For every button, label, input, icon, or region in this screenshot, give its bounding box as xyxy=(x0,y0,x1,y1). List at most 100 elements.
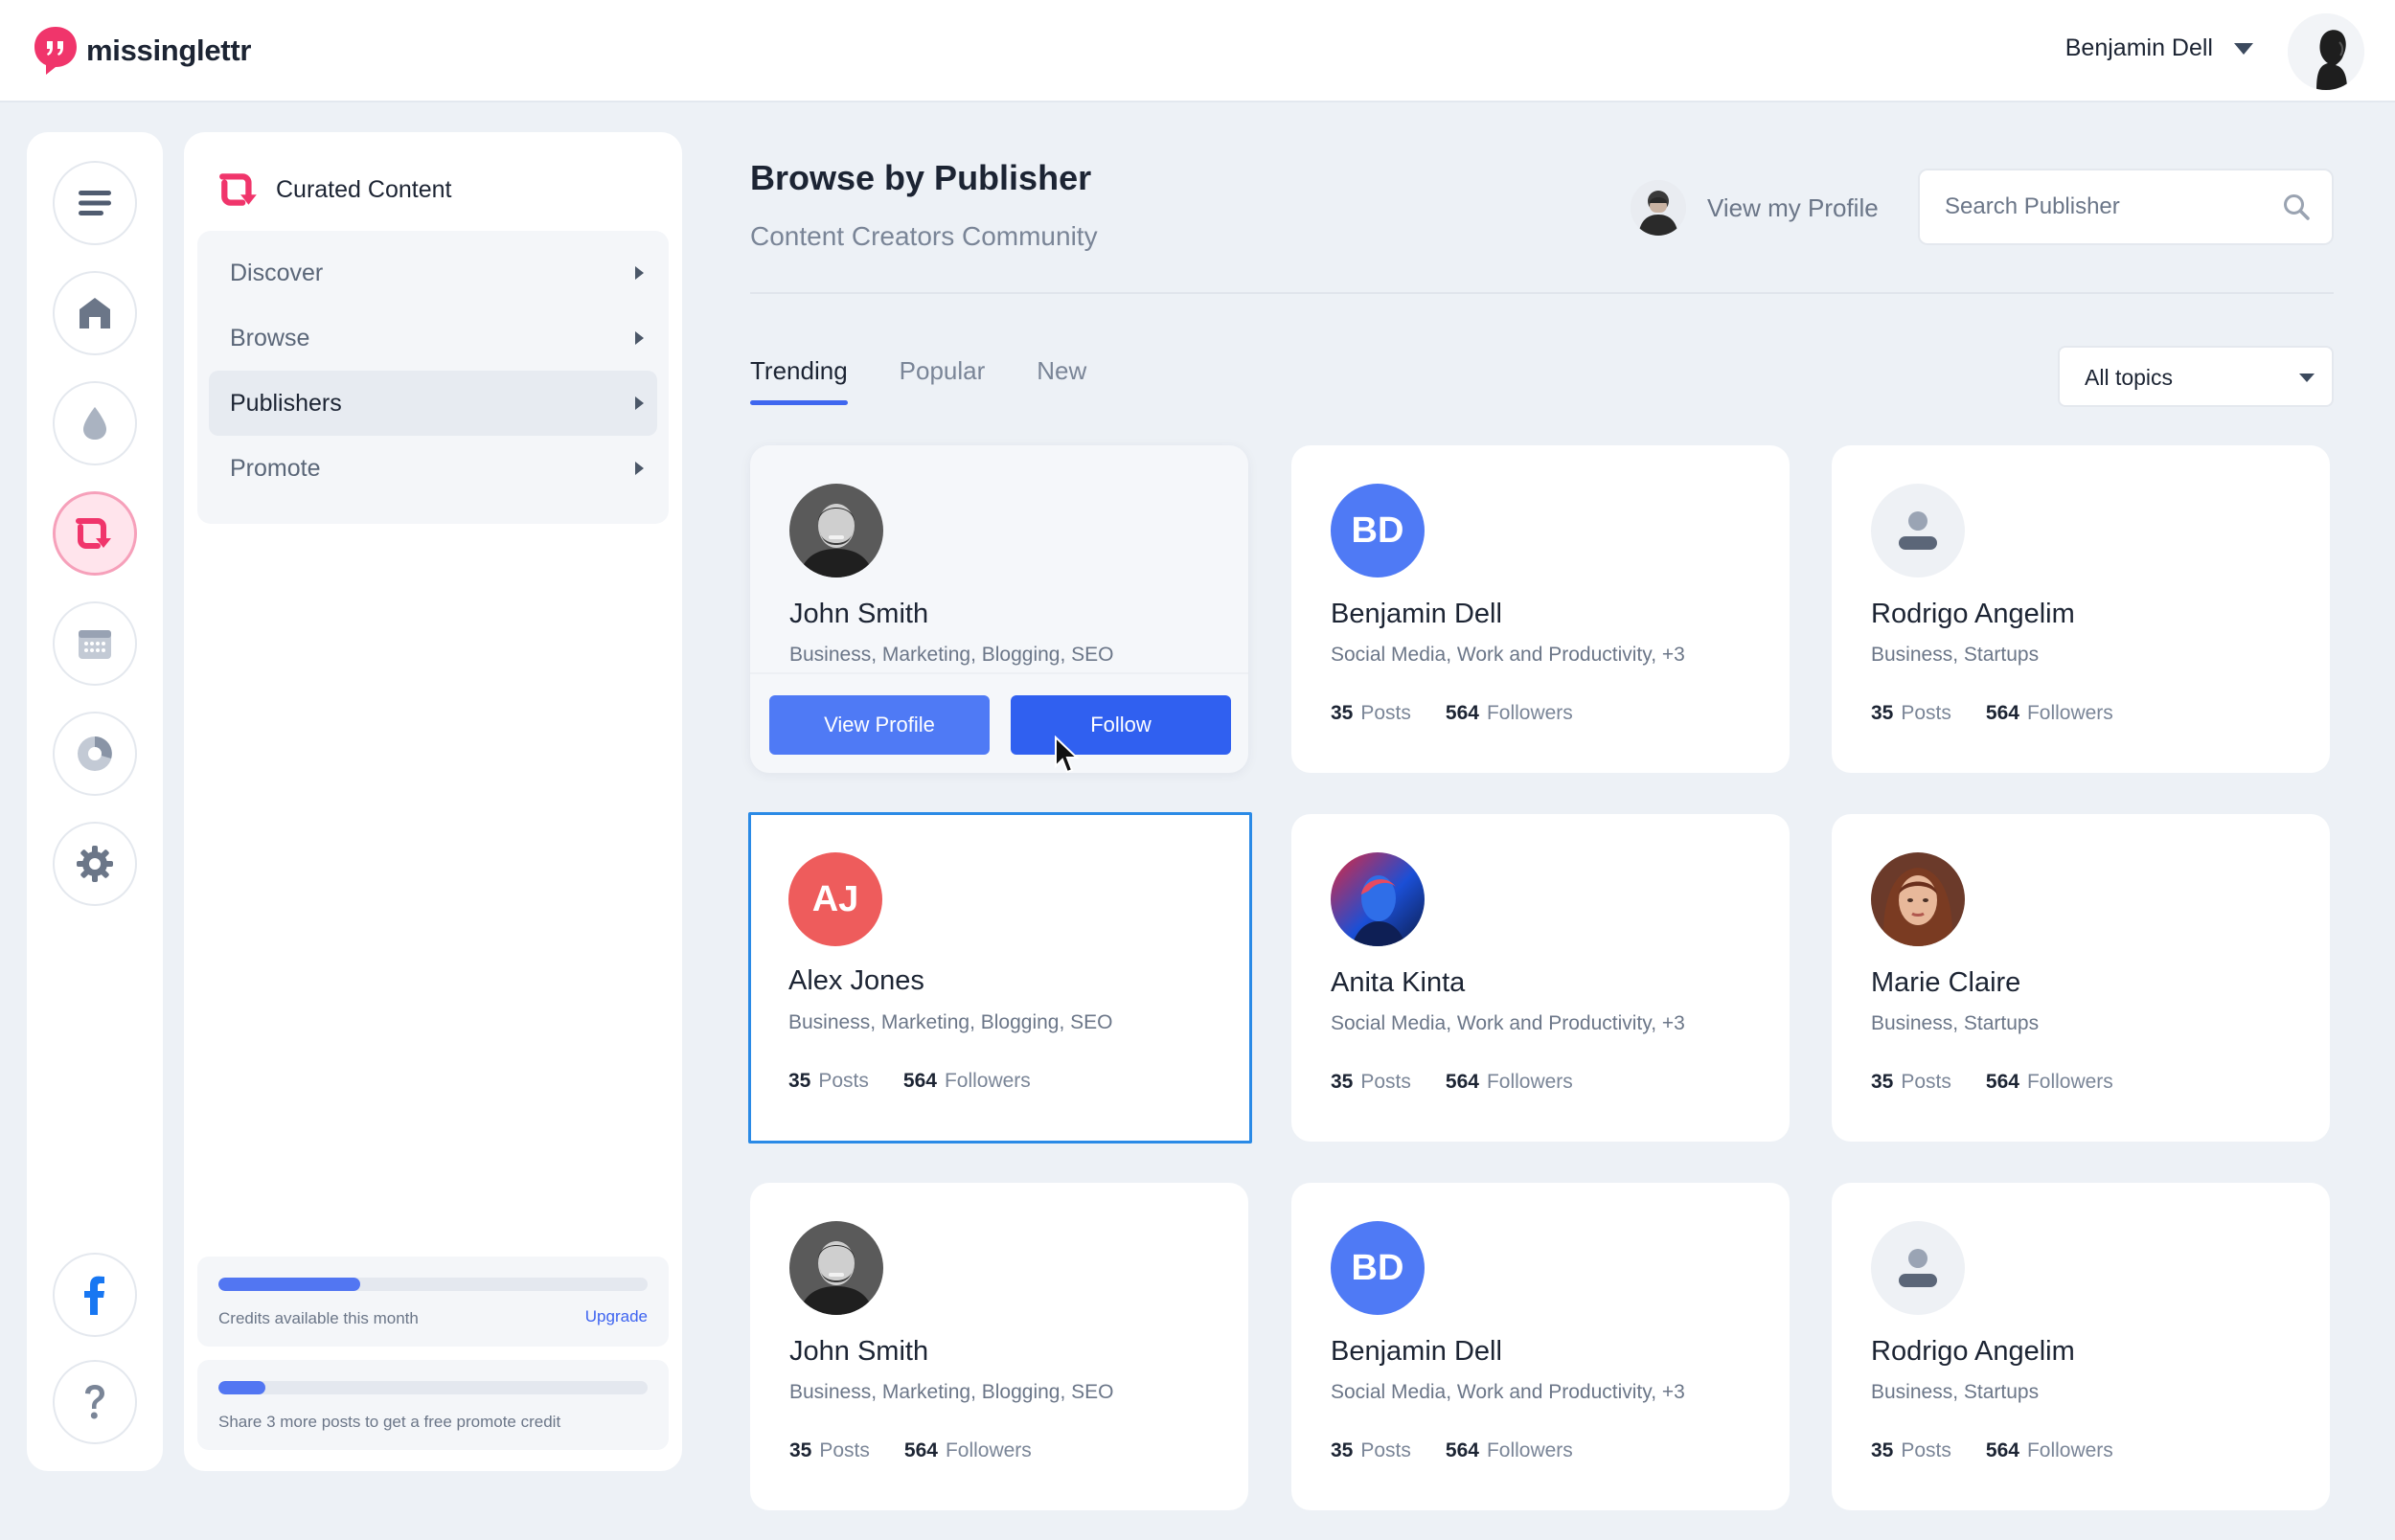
avatar[interactable] xyxy=(2288,13,2364,90)
drop-icon xyxy=(83,407,106,440)
search-input[interactable] xyxy=(1920,170,2265,243)
tab-new[interactable]: New xyxy=(1037,356,1086,405)
publisher-topics: Social Media, Work and Productivity, +3 xyxy=(1331,1012,1685,1034)
help-icon xyxy=(85,1385,104,1419)
promote-credit-box: Share 3 more posts to get a free promote… xyxy=(197,1360,669,1450)
followers-count: 564 Followers xyxy=(1985,1071,2113,1093)
chevron-down-icon xyxy=(2234,42,2253,55)
publisher-stats: 35 Posts 564 Followers xyxy=(789,1439,1066,1462)
avatar xyxy=(1871,1221,1965,1315)
publisher-card[interactable]: Marie Claire Business, Startups 35 Posts … xyxy=(1832,814,2330,1142)
person-photo-icon xyxy=(1871,852,1965,946)
posts-count: 35 Posts xyxy=(789,1439,870,1461)
posts-count: 35 Posts xyxy=(1871,1439,1951,1461)
publisher-name: Anita Kinta xyxy=(1331,967,1466,998)
app-logo[interactable]: missinglettr xyxy=(33,25,251,77)
credits-label: Credits available this month xyxy=(218,1309,419,1327)
followers-count: 564 Followers xyxy=(1985,1439,2113,1461)
avatar xyxy=(1871,852,1965,946)
posts-count: 35 Posts xyxy=(1331,1439,1411,1461)
chevron-down-icon xyxy=(2299,374,2315,382)
side-panel-title: Curated Content xyxy=(276,175,452,203)
upgrade-link[interactable]: Upgrade xyxy=(585,1307,648,1326)
avatar-initials: AJ xyxy=(788,852,882,946)
calendar-button[interactable] xyxy=(53,601,137,686)
curated-content-icon xyxy=(219,173,257,206)
publisher-topics: Business, Startups xyxy=(1871,1012,2040,1034)
publisher-stats: 35 Posts 564 Followers xyxy=(1331,1071,1608,1094)
sidebar-item-label: Browse xyxy=(230,324,310,351)
publisher-topics: Business, Startups xyxy=(1871,644,2040,666)
credits-progress-fill xyxy=(218,1278,360,1291)
publisher-card[interactable]: AJ Alex Jones Business, Marketing, Blogg… xyxy=(748,812,1252,1144)
sidebar-item-label: Discover xyxy=(230,259,324,286)
settings-button[interactable] xyxy=(53,822,137,906)
publisher-topics: Business, Marketing, Blogging, SEO xyxy=(788,1011,1113,1033)
publisher-card[interactable]: Anita Kinta Social Media, Work and Produ… xyxy=(1291,814,1790,1142)
promote-progress-fill xyxy=(218,1381,266,1394)
avatar-initials: BD xyxy=(1331,1221,1425,1315)
view-my-profile-link[interactable]: View my Profile xyxy=(1631,180,1879,236)
publisher-card[interactable]: Rodrigo Angelim Business, Startups 35 Pos… xyxy=(1832,1183,2330,1510)
side-panel-header: Curated Content xyxy=(218,170,451,209)
analytics-button[interactable] xyxy=(53,712,137,796)
home-button[interactable] xyxy=(53,271,137,355)
publisher-topics: Business, Marketing, Blogging, SEO xyxy=(789,1381,1114,1403)
user-placeholder-icon xyxy=(1899,1249,1937,1287)
publisher-card[interactable]: BD Benjamin Dell Social Media, Work and … xyxy=(1291,445,1790,773)
search-icon[interactable] xyxy=(2282,192,2311,221)
avatar xyxy=(789,1221,883,1315)
person-photo-icon xyxy=(1331,852,1425,946)
publisher-card[interactable]: Rodrigo Angelim Business, Startups 35 Pos… xyxy=(1832,445,2330,773)
publisher-topics: Business, Startups xyxy=(1871,1381,2040,1403)
sidebar-item-discover[interactable]: Discover xyxy=(209,240,657,306)
publisher-card[interactable]: John Smith Business, Marketing, Blogging… xyxy=(750,445,1248,773)
follow-button[interactable]: Follow xyxy=(1011,695,1231,755)
view-my-profile-label: View my Profile xyxy=(1707,192,1879,222)
drop-button[interactable] xyxy=(53,381,137,465)
chevron-right-icon xyxy=(635,331,644,345)
curated-content-icon xyxy=(76,518,111,549)
avatar xyxy=(789,484,883,578)
posts-count: 35 Posts xyxy=(1871,1071,1951,1093)
promote-progress-bar xyxy=(218,1381,648,1394)
avatar xyxy=(1631,180,1686,236)
card-actions: View Profile Follow xyxy=(750,672,1248,773)
sidebar-item-label: Promote xyxy=(230,454,321,482)
publisher-stats: 35 Posts 564 Followers xyxy=(788,1070,1065,1093)
avatar xyxy=(1871,484,1965,578)
followers-count: 564 Followers xyxy=(1985,702,2113,724)
sidebar-item-promote[interactable]: Promote xyxy=(209,436,657,501)
topic-filter-select[interactable]: All topics xyxy=(2058,346,2334,407)
publisher-name: Marie Claire xyxy=(1871,967,2021,998)
facebook-button[interactable] xyxy=(53,1253,137,1337)
publisher-name: Benjamin Dell xyxy=(1331,599,1502,629)
side-nav: Discover Browse Publishers Promote xyxy=(197,231,669,524)
publisher-name: Alex Jones xyxy=(788,965,924,996)
person-photo-icon xyxy=(789,1221,883,1315)
publisher-card[interactable]: John Smith Business, Marketing, Blogging… xyxy=(750,1183,1248,1510)
sidebar-item-label: Publishers xyxy=(230,389,342,417)
icon-rail xyxy=(27,132,163,1471)
menu-button[interactable] xyxy=(53,161,137,245)
followers-count: 564 Followers xyxy=(1445,1071,1573,1093)
menu-icon xyxy=(79,191,111,215)
page-title: Browse by Publisher xyxy=(750,158,1092,197)
sidebar-item-browse[interactable]: Browse xyxy=(209,306,657,371)
view-profile-button[interactable]: View Profile xyxy=(769,695,990,755)
user-menu[interactable]: Benjamin Dell xyxy=(2065,34,2253,62)
help-button[interactable] xyxy=(53,1360,137,1444)
followers-count: 564 Followers xyxy=(903,1439,1032,1461)
publisher-card[interactable]: BD Benjamin Dell Social Media, Work and … xyxy=(1291,1183,1790,1510)
home-icon xyxy=(80,298,110,328)
publisher-topics: Social Media, Work and Productivity, +3 xyxy=(1331,1381,1685,1403)
curated-content-button[interactable] xyxy=(53,491,137,576)
publisher-topics: Social Media, Work and Productivity, +3 xyxy=(1331,644,1685,666)
posts-count: 35 Posts xyxy=(1871,702,1951,724)
tab-trending[interactable]: Trending xyxy=(750,356,848,405)
mouse-cursor-icon xyxy=(1055,736,1080,774)
sidebar-item-publishers[interactable]: Publishers xyxy=(209,371,657,436)
tab-popular[interactable]: Popular xyxy=(900,356,986,405)
credits-progress-bar xyxy=(218,1278,648,1291)
posts-count: 35 Posts xyxy=(788,1070,869,1092)
